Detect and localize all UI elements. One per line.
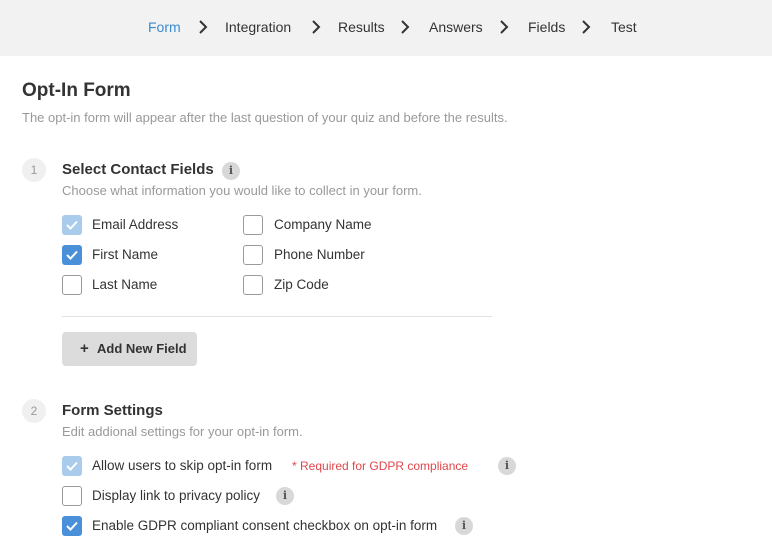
step-number-2: 2 xyxy=(22,399,46,423)
breadcrumb-test[interactable]: Test xyxy=(611,18,637,36)
chevron-right-icon xyxy=(500,20,509,34)
skip-opt-in-checkbox xyxy=(62,456,82,476)
chevron-right-icon xyxy=(401,20,410,34)
last-name-checkbox[interactable] xyxy=(62,275,82,295)
breadcrumb-integration[interactable]: Integration xyxy=(225,18,291,36)
info-icon[interactable]: i xyxy=(498,457,516,475)
gdpr-consent-checkbox[interactable] xyxy=(62,516,82,536)
email-address-label: Email Address xyxy=(92,217,179,232)
add-new-field-button[interactable]: + Add New Field xyxy=(62,332,197,366)
section-subtitle-contact-fields: Choose what information you would like t… xyxy=(62,183,422,198)
first-name-label: First Name xyxy=(92,247,159,262)
chevron-right-icon xyxy=(312,20,321,34)
chevron-right-icon xyxy=(199,20,208,34)
info-icon[interactable]: i xyxy=(276,487,294,505)
page-subtitle: The opt-in form will appear after the la… xyxy=(22,110,508,125)
phone-number-label: Phone Number xyxy=(274,247,365,262)
breadcrumb: Form Integration Results Answers Fields … xyxy=(0,0,772,56)
info-icon[interactable]: i xyxy=(455,517,473,535)
privacy-policy-checkbox[interactable] xyxy=(62,486,82,506)
company-name-checkbox[interactable] xyxy=(243,215,263,235)
section-title-form-settings: Form Settings xyxy=(62,402,163,419)
last-name-label: Last Name xyxy=(92,277,158,292)
check-icon xyxy=(66,461,78,471)
privacy-policy-label: Display link to privacy policy xyxy=(92,488,261,503)
add-new-field-label: Add New Field xyxy=(97,341,187,356)
step-number-1: 1 xyxy=(22,158,46,182)
page-title: Opt-In Form xyxy=(22,80,131,101)
divider xyxy=(62,316,492,317)
plus-icon: + xyxy=(80,340,89,357)
breadcrumb-fields[interactable]: Fields xyxy=(528,18,565,36)
phone-number-checkbox[interactable] xyxy=(243,245,263,265)
check-icon xyxy=(66,220,78,230)
breadcrumb-form[interactable]: Form xyxy=(148,18,181,36)
breadcrumb-answers[interactable]: Answers xyxy=(429,18,483,36)
zip-code-checkbox[interactable] xyxy=(243,275,263,295)
skip-opt-in-label: Allow users to skip opt-in form xyxy=(92,458,273,473)
first-name-checkbox[interactable] xyxy=(62,245,82,265)
breadcrumb-results[interactable]: Results xyxy=(338,18,385,36)
section-title-contact-fields: Select Contact Fields xyxy=(62,161,214,178)
company-name-label: Company Name xyxy=(274,217,372,232)
gdpr-consent-label: Enable GDPR compliant consent checkbox o… xyxy=(92,518,438,533)
check-icon xyxy=(66,250,78,260)
gdpr-required-note: * Required for GDPR compliance xyxy=(292,459,469,473)
info-icon[interactable]: i xyxy=(222,162,240,180)
section-subtitle-form-settings: Edit addional settings for your opt-in f… xyxy=(62,424,303,439)
check-icon xyxy=(66,521,78,531)
zip-code-label: Zip Code xyxy=(274,277,329,292)
chevron-right-icon xyxy=(582,20,591,34)
email-address-checkbox xyxy=(62,215,82,235)
